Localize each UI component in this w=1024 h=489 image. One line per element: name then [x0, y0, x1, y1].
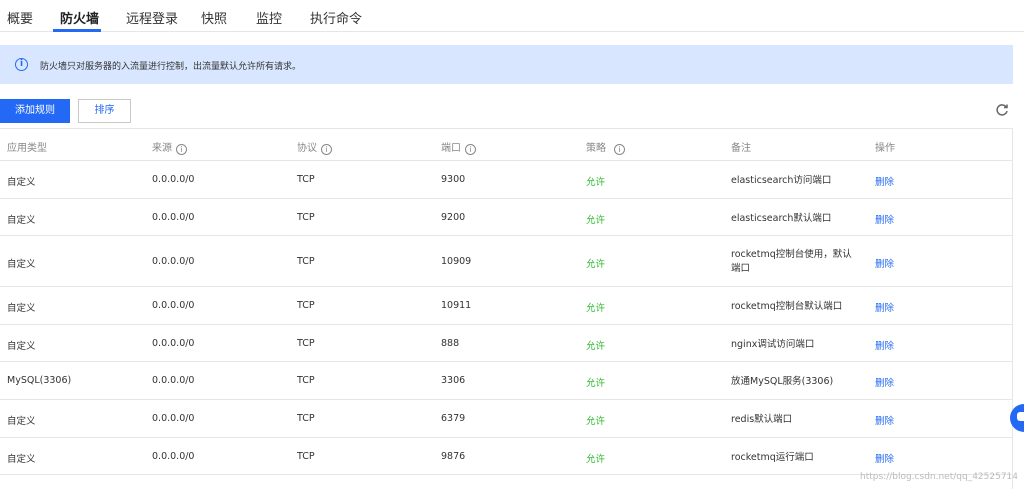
cell-source: 0.0.0.0/0: [152, 451, 194, 462]
cell-source: 0.0.0.0/0: [152, 256, 194, 267]
cell-source: 0.0.0.0/0: [152, 375, 194, 386]
cell-note: nginx调试访问端口: [731, 338, 861, 352]
tab-monitor[interactable]: 监控: [256, 8, 282, 27]
notice-text: 防火墙只对服务器的入流量进行控制，出流量默认允许所有请求。: [40, 59, 301, 72]
table-row: 自定义 0.0.0.0/0 TCP 10909 允许 rocketmq控制台使用，默认端口…: [0, 236, 1013, 287]
cell-source: 0.0.0.0/0: [152, 413, 194, 424]
info-icon[interactable]: i: [614, 144, 625, 155]
header-app-type: 应用类型: [7, 139, 47, 154]
delete-button[interactable]: 删除: [875, 413, 894, 427]
info-icon[interactable]: i: [465, 144, 476, 155]
firewall-notice: i 防火墙只对服务器的入流量进行控制，出流量默认允许所有请求。: [0, 45, 1013, 84]
tab-remote-login[interactable]: 远程登录: [126, 8, 178, 27]
cell-app-type: MySQL(3306): [7, 375, 71, 386]
table-row: 自定义 0.0.0.0/0 TCP 888 允许 nginx调试访问端口删除: [0, 325, 1013, 362]
cell-protocol: TCP: [297, 375, 315, 386]
active-tab-indicator: [53, 29, 101, 32]
delete-button[interactable]: 删除: [875, 174, 894, 188]
delete-button[interactable]: 删除: [875, 256, 894, 270]
header-action: 操作: [875, 139, 895, 154]
table-row: 自定义 0.0.0.0/0 TCP 9300 允许 elasticsearch访问端口删除: [0, 161, 1013, 199]
cell-app-type: 自定义: [7, 174, 36, 188]
info-icon: i: [15, 58, 28, 71]
delete-button[interactable]: 删除: [875, 212, 894, 226]
cell-policy: 允许: [586, 256, 605, 270]
cell-app-type: 自定义: [7, 300, 36, 314]
cell-protocol: TCP: [297, 212, 315, 223]
cell-policy: 允许: [586, 212, 605, 226]
cell-source: 0.0.0.0/0: [152, 300, 194, 311]
cell-note: rocketmq控制台使用，默认端口: [731, 248, 861, 276]
table-row: MySQL(3306) 0.0.0.0/0 TCP 3306 允许 放通MySQL服务(3…: [0, 362, 1013, 400]
cell-note: rocketmq控制台默认端口: [731, 300, 861, 314]
cell-port: 9300: [441, 174, 465, 185]
cell-source: 0.0.0.0/0: [152, 174, 194, 185]
cell-protocol: TCP: [297, 451, 315, 462]
table-row: 自定义 0.0.0.0/0 TCP 9200 允许 elasticsearch默认端口删除: [0, 199, 1013, 236]
cell-port: 6379: [441, 413, 465, 424]
cell-source: 0.0.0.0/0: [152, 212, 194, 223]
cell-protocol: TCP: [297, 413, 315, 424]
tab-execute-command[interactable]: 执行命令: [310, 8, 362, 27]
cell-app-type: 自定义: [7, 212, 36, 226]
delete-button[interactable]: 删除: [875, 375, 894, 389]
header-policy: 策略i: [586, 139, 625, 155]
cell-policy: 允许: [586, 300, 605, 314]
cell-protocol: TCP: [297, 338, 315, 349]
cell-policy: 允许: [586, 451, 605, 465]
refresh-icon[interactable]: [995, 103, 1009, 117]
cell-app-type: 自定义: [7, 413, 36, 427]
cell-port: 9876: [441, 451, 465, 462]
cell-note: elasticsearch访问端口: [731, 174, 861, 188]
table-row: 自定义 0.0.0.0/0 TCP 10911 允许 rocketmq控制台默认端口删除: [0, 287, 1013, 325]
cell-note: elasticsearch默认端口: [731, 212, 861, 226]
cell-app-type: 自定义: [7, 338, 36, 352]
cell-app-type: 自定义: [7, 451, 36, 465]
tab-bar: 概要 防火墙 远程登录 快照 监控 执行命令: [0, 0, 1024, 32]
cell-protocol: TCP: [297, 300, 315, 311]
cell-app-type: 自定义: [7, 256, 36, 270]
cell-note: redis默认端口: [731, 413, 861, 427]
header-note: 备注: [731, 139, 751, 154]
table-row: 自定义 0.0.0.0/0 TCP 6379 允许 redis默认端口删除: [0, 400, 1013, 438]
cell-note: rocketmq运行端口: [731, 451, 861, 465]
info-icon[interactable]: i: [176, 144, 187, 155]
watermark: https://blog.csdn.net/qq_42525714: [860, 472, 1018, 482]
delete-button[interactable]: 删除: [875, 300, 894, 314]
cell-source: 0.0.0.0/0: [152, 338, 194, 349]
header-source: 来源i: [152, 139, 187, 155]
table-header: 应用类型 来源i 协议i 端口i 策略i 备注 操作: [0, 129, 1013, 161]
header-port: 端口i: [441, 139, 476, 155]
cell-policy: 允许: [586, 413, 605, 427]
rules-table: 应用类型 来源i 协议i 端口i 策略i 备注 操作 自定义 0.0.0.0/0 T…: [0, 128, 1013, 489]
table-row: 自定义 0.0.0.0/0 TCP 9876 允许 rocketmq运行端口删除: [0, 438, 1013, 475]
add-rule-button[interactable]: 添加规则: [0, 99, 70, 123]
cell-port: 3306: [441, 375, 465, 386]
cell-note: 放通MySQL服务(3306): [731, 375, 861, 389]
header-protocol: 协议i: [297, 139, 332, 155]
tab-firewall[interactable]: 防火墙: [60, 8, 99, 27]
cell-policy: 允许: [586, 338, 605, 352]
tab-overview[interactable]: 概要: [7, 8, 33, 27]
cell-protocol: TCP: [297, 256, 315, 267]
tab-snapshot[interactable]: 快照: [201, 8, 227, 27]
sort-button[interactable]: 排序: [78, 99, 131, 123]
cell-policy: 允许: [586, 174, 605, 188]
cell-port: 10909: [441, 256, 471, 267]
cell-port: 9200: [441, 212, 465, 223]
chat-icon: [1017, 412, 1024, 421]
cell-port: 888: [441, 338, 459, 349]
info-icon[interactable]: i: [321, 144, 332, 155]
delete-button[interactable]: 删除: [875, 338, 894, 352]
delete-button[interactable]: 删除: [875, 451, 894, 465]
cell-port: 10911: [441, 300, 471, 311]
cell-policy: 允许: [586, 375, 605, 389]
cell-protocol: TCP: [297, 174, 315, 185]
